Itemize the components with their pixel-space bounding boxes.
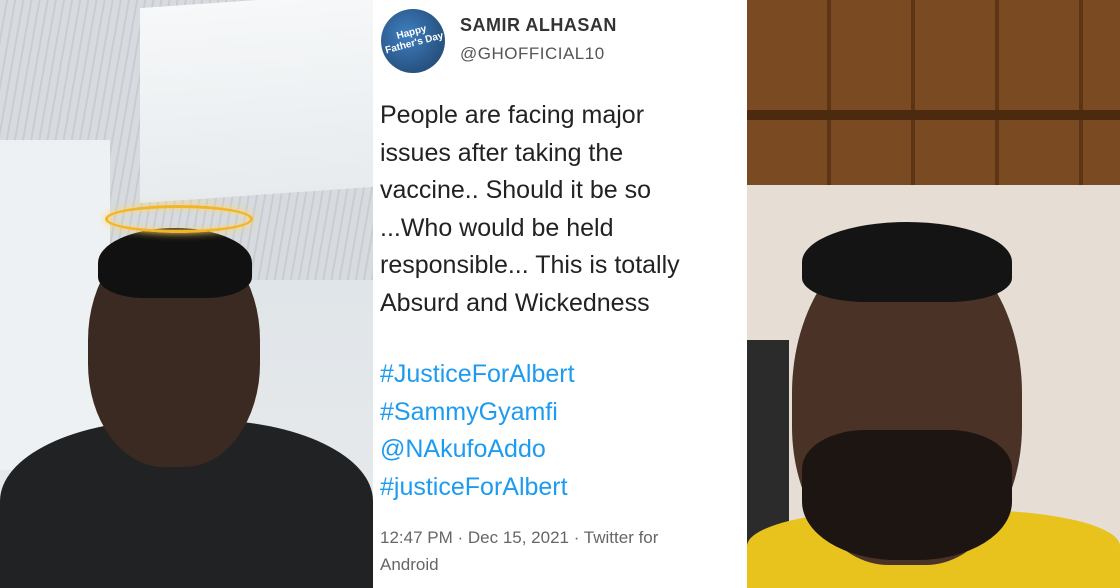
tweet-line: issues after taking the [380,138,624,167]
timestamp-source[interactable]: 12:47 PM · Dec 15, 2021 · Twitter for [380,524,740,551]
tweet-line: vaccine.. Should it be so [380,176,651,204]
tweet-text: People are facing major issues after tak… [380,97,747,322]
display-name[interactable]: SAMIR ALHASAN [460,15,617,36]
tweet-line: People are facing major [380,101,645,129]
hashtag-link[interactable]: #justiceForAlbert [380,469,575,507]
hair [98,228,252,298]
wooden-ceiling [747,0,1120,185]
hashtag-link[interactable]: #JusticeForAlbert [380,356,575,394]
tweet-line: responsible... This is totally [380,251,680,279]
right-selfie-photo [747,0,1120,588]
hashtags: #JusticeForAlbert #SammyGyamfi @NAkufoAd… [380,356,575,506]
halo-filter [105,205,253,233]
beard [802,430,1012,560]
tweet-line: ...Who would be held [380,213,614,242]
tweet-metadata: 12:47 PM · Dec 15, 2021 · Twitter for An… [380,524,740,578]
left-selfie-photo [0,0,373,588]
user-handle[interactable]: @GHOFFICIAL10 [460,44,605,64]
avatar[interactable]: Happy Father's Day [381,9,445,73]
source-app[interactable]: Android [380,551,740,578]
hair [802,222,1012,302]
ceiling-light [140,0,373,204]
tweet-card: Happy Father's Day SAMIR ALHASAN @GHOFFI… [373,0,747,588]
ceiling-beam [747,110,1120,120]
avatar-label: Happy Father's Day [384,23,445,57]
mention-link[interactable]: @NAkufoAddo [380,431,575,469]
hashtag-link[interactable]: #SammyGyamfi [380,394,575,432]
tweet-line: Absurd and Wickedness [380,288,650,317]
